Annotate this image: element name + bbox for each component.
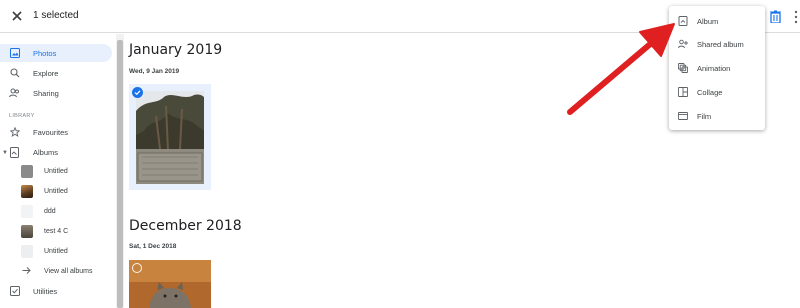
menu-item-label: Collage [697,88,723,97]
menu-item-label: Animation [697,64,731,73]
album-thumbnail [21,205,33,218]
menu-item-film[interactable]: Film [669,105,765,127]
photo-thumbnail[interactable] [136,91,204,184]
menu-item-label: Album [697,17,719,26]
sidebar-item-label: Explore [33,68,59,78]
album-thumbnail [21,245,33,258]
date-label[interactable]: Wed, 9 Jan 2019 [129,68,179,75]
sidebar-item-label: Sharing [33,88,59,98]
sidebar-item-favourites[interactable]: Favourites [0,123,112,141]
album-item-label: ddd [44,208,56,215]
sidebar-item-utilities[interactable]: Utilities [0,282,112,300]
album-item[interactable]: ddd [0,203,112,223]
library-section-label: LIBRARY [9,113,35,119]
menu-item-collage[interactable]: Collage [669,81,765,103]
sidebar-item-sharing[interactable]: Sharing [0,84,112,102]
album-item[interactable]: Untitled [0,243,112,263]
album-item-label: Untitled [44,168,68,175]
arrow-right-icon [22,267,31,274]
photo-icon [9,48,20,59]
star-icon [9,127,20,138]
album-item-label: View all albums [44,268,93,275]
sidebar-item-label: Photos [33,48,57,58]
search-icon [9,68,20,79]
album-item[interactable]: Untitled [0,163,112,183]
more-vert-icon[interactable] [793,9,799,25]
selected-check-icon[interactable] [132,87,143,98]
menu-item-shared-album[interactable]: Shared album [669,33,765,55]
month-heading: January 2019 [129,42,223,58]
sidebar-item-explore[interactable]: Explore [0,64,112,82]
album-item-label: test 4 C [44,228,69,235]
collage-icon [678,87,688,97]
sidebar-item-label: Albums [33,147,59,157]
sidebar-item-label: Favourites [33,127,69,137]
album-item-label: Untitled [44,248,68,255]
menu-item-label: Film [697,112,712,121]
view-all-albums-link[interactable]: View all albums [0,263,112,283]
album-item-label: Untitled [44,188,68,195]
scrollbar-thumb[interactable] [117,40,123,308]
album-icon [678,16,688,26]
close-icon[interactable] [9,8,25,24]
album-thumbnail [21,185,33,198]
shared-album-icon [678,39,688,49]
animation-icon [678,63,688,73]
month-heading: December 2018 [129,218,242,234]
sidebar: Photos Explore Sharing LIBRARY Favourite… [0,34,116,308]
create-menu: Album Shared album Animation Collage Fil… [669,6,765,130]
menu-item-label: Shared album [697,40,744,49]
film-icon [678,112,688,120]
album-thumbnail [21,165,33,178]
album-thumbnail [21,225,33,238]
sidebar-item-label: Utilities [33,286,58,296]
sidebar-item-albums[interactable]: Albums [0,143,112,161]
album-item[interactable]: test 4 C [0,223,112,243]
menu-item-animation[interactable]: Animation [669,57,765,79]
check-box-icon [9,286,20,297]
menu-item-album[interactable]: Album [669,10,765,32]
album-item[interactable]: Untitled [0,183,112,203]
trash-icon[interactable] [770,10,781,23]
album-icon [9,146,20,158]
date-label[interactable]: Sat, 1 Dec 2018 [129,243,176,250]
sidebar-item-photos[interactable]: Photos [0,44,112,62]
people-icon [9,88,20,99]
selection-count: 1 selected [33,10,79,21]
select-circle-icon[interactable] [132,263,142,273]
